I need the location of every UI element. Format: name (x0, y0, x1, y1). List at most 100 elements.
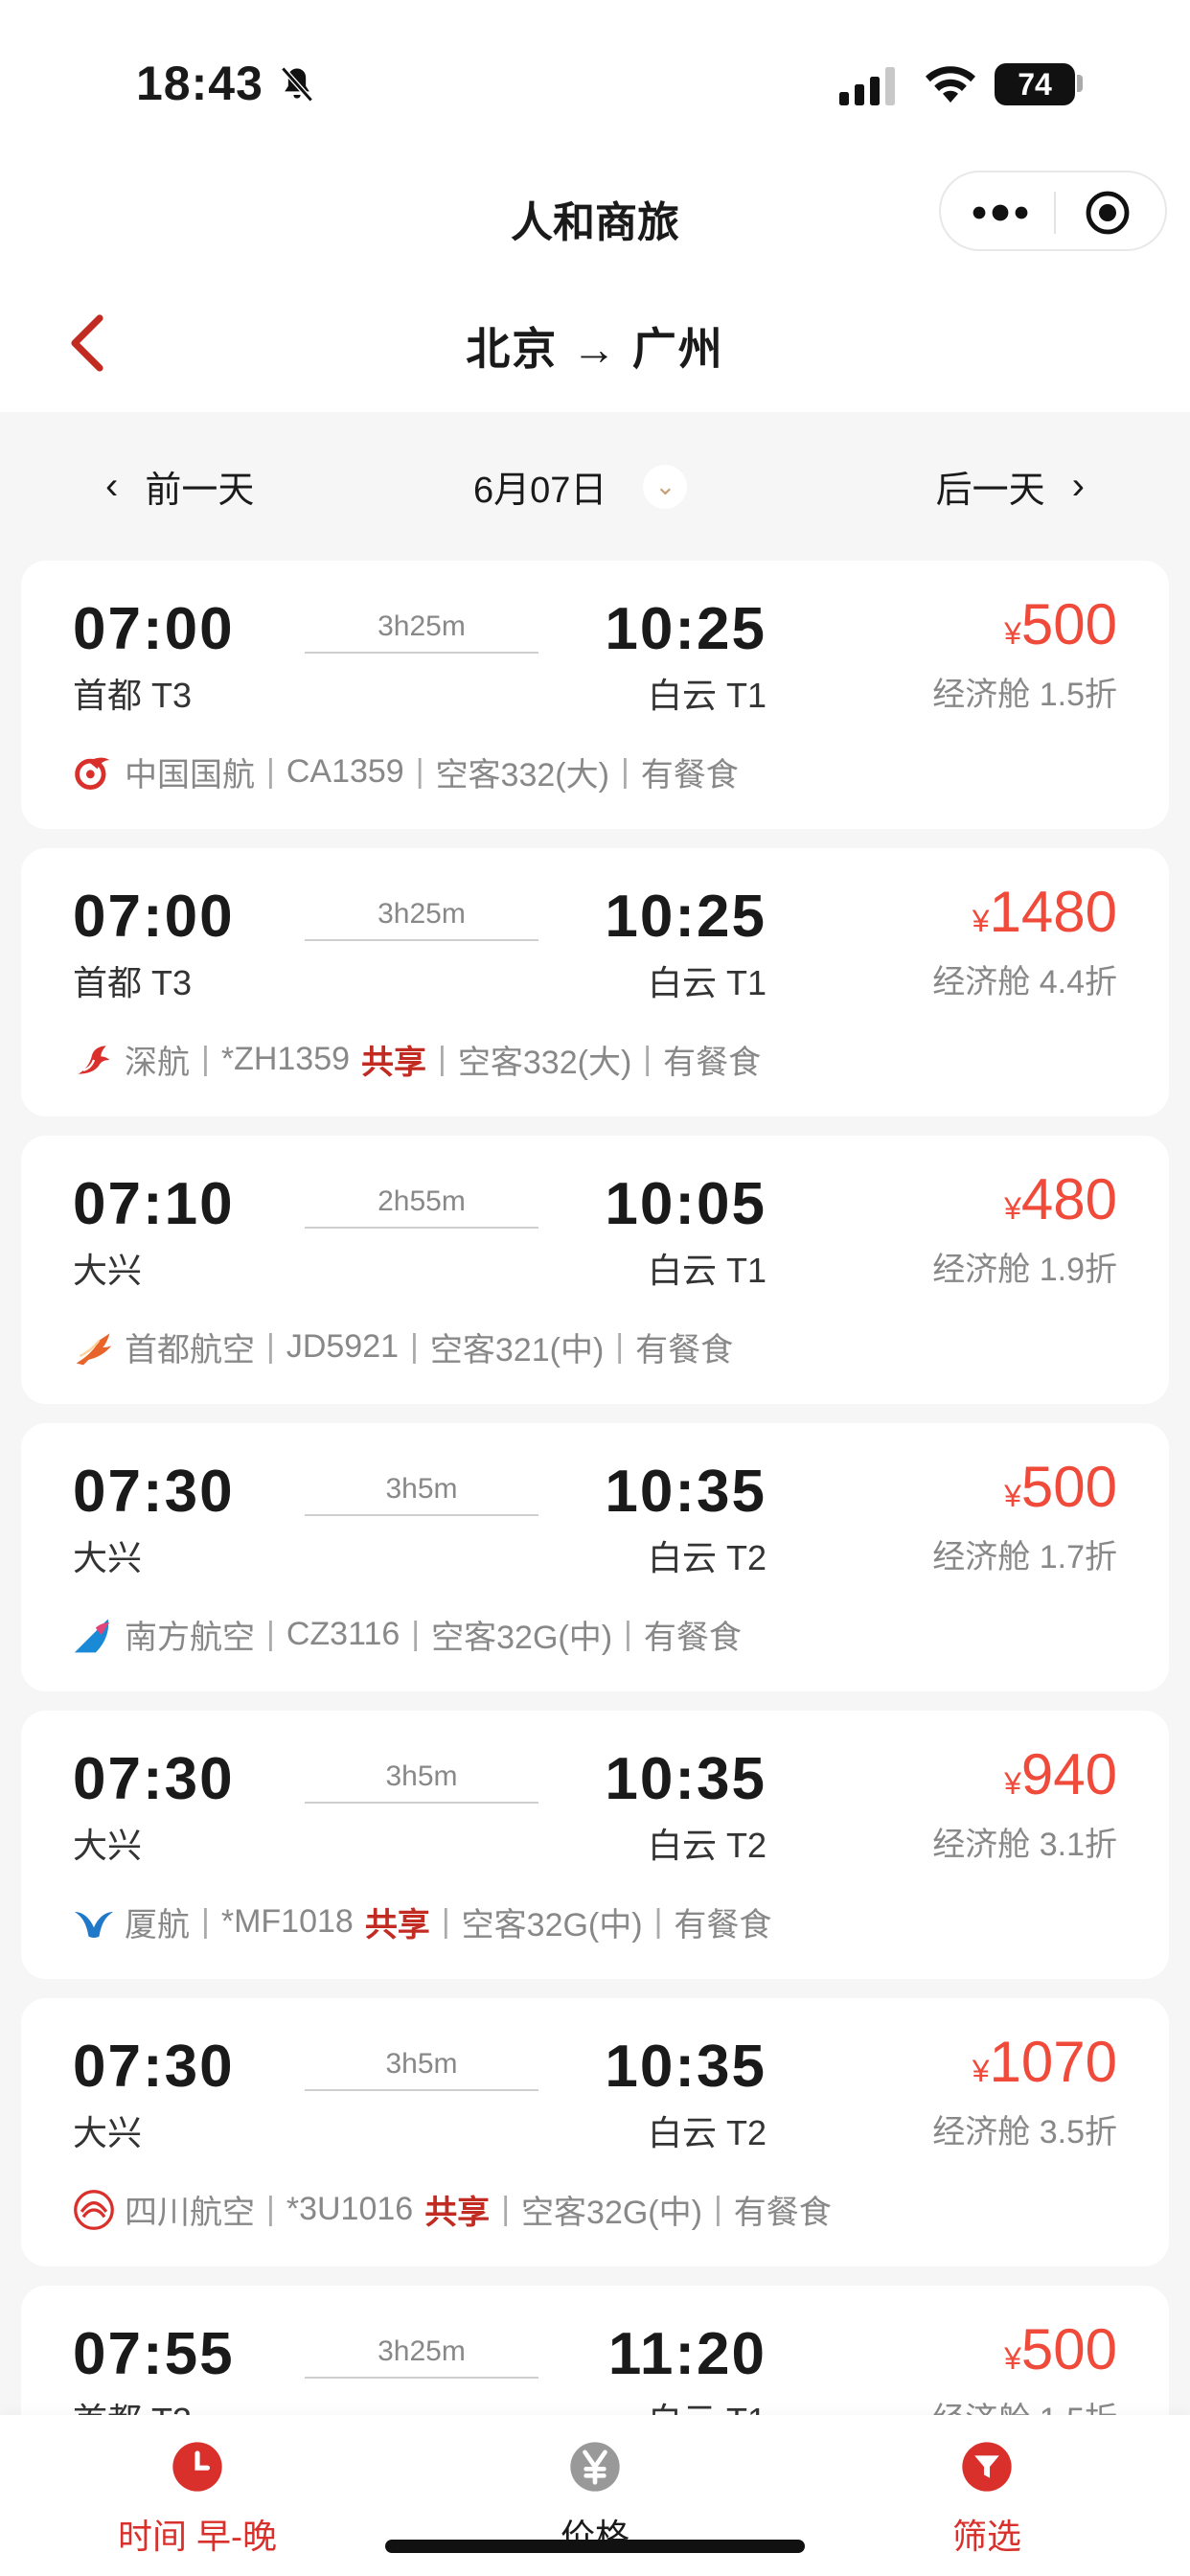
capsule-divider (1054, 192, 1056, 234)
separator: | (266, 2191, 275, 2227)
china-southern-icon (74, 1619, 110, 1652)
cabin-discount: 经济舱 3.1折 (932, 1827, 1117, 1863)
flight-number: CA1359 (286, 753, 404, 790)
codeshare-badge: 共享 (424, 2195, 491, 2231)
flight-info: 首都航空 | JD5921 | 空客321(中) | 有餐食 (73, 1323, 733, 1370)
separator: | (411, 1616, 421, 1652)
separator: | (201, 1903, 210, 1940)
airline-name: 中国国航 (125, 757, 255, 794)
separator: | (620, 753, 629, 790)
arrival-time: 10:05 (605, 1171, 767, 1237)
cabin-discount: 经济舱 3.5折 (932, 2114, 1117, 2150)
currency-symbol: ¥ (972, 904, 990, 938)
status-time: 18:43 (136, 57, 263, 110)
flight-duration: 3h5m (385, 1473, 458, 1505)
date-picker[interactable]: 6月07日 ⌄ (473, 460, 688, 513)
separator: | (266, 1328, 275, 1365)
arrival-airport: 白云 T1 (647, 676, 767, 715)
duration-line (305, 2089, 538, 2091)
more-icon[interactable] (972, 199, 1029, 226)
duration-line (305, 1802, 538, 1804)
mini-program-capsule (939, 171, 1167, 251)
duration-line (305, 652, 538, 654)
airline-name: 南方航空 (125, 1620, 255, 1656)
arrival-time: 10:35 (605, 1746, 767, 1812)
ticket-price: ¥500 (1004, 591, 1117, 657)
cabin-discount: 经济舱 1.9折 (932, 1252, 1117, 1288)
codeshare-badge: 共享 (364, 1907, 430, 1944)
flight-info: 南方航空 | CZ3116 | 空客32G(中) | 有餐食 (73, 1611, 742, 1658)
shenzhen-airlines-icon (78, 1045, 110, 1074)
flight-duration: 3h25m (378, 898, 466, 930)
filter-icon (962, 2442, 1012, 2492)
separator: | (441, 1903, 450, 1940)
flight-number: *MF1018 (220, 1903, 354, 1940)
ticket-price: ¥480 (1004, 1166, 1117, 1232)
aircraft-type: 空客332(大) (435, 757, 609, 794)
battery-level: 74 (1018, 67, 1052, 102)
aircraft-type: 空客32G(中) (521, 2195, 702, 2231)
filter-tab[interactable]: 筛选 (843, 2440, 1131, 2559)
separator: | (266, 753, 275, 790)
currency-symbol: ¥ (972, 2054, 990, 2088)
sichuan-airlines-icon (74, 2189, 114, 2230)
capital-airlines-icon (76, 1332, 112, 1365)
flight-card[interactable]: 07:00 首都 T3 3h25m 10:25 白云 T1 ¥1480 经济舱 4.4折 深航… (21, 848, 1169, 1116)
departure-airport: 大兴 (73, 2113, 143, 2152)
separator: | (713, 2191, 722, 2227)
ticket-price: ¥500 (1004, 1454, 1117, 1520)
arrival-time: 10:35 (605, 2034, 767, 2100)
cabin-discount: 经济舱 4.4折 (932, 964, 1117, 1000)
departure-time: 07:10 (73, 1171, 235, 1237)
price-value: 940 (1020, 1742, 1117, 1806)
separator: | (410, 1328, 419, 1365)
departure-airport: 首都 T3 (73, 676, 193, 715)
next-day-label: 后一天 (935, 471, 1045, 511)
currency-symbol: ¥ (1004, 1479, 1021, 1513)
ticket-price: ¥500 (1004, 2316, 1117, 2382)
filter-label: 筛选 (951, 2517, 1021, 2556)
flight-number: JD5921 (286, 1328, 400, 1365)
flight-card[interactable]: 07:30 大兴 3h5m 10:35 白云 T2 ¥940 经济舱 3.1折 厦航 | *MF1… (21, 1711, 1169, 1979)
airline-name: 厦航 (125, 1907, 190, 1944)
separator: | (415, 753, 424, 790)
currency-symbol: ¥ (1004, 616, 1021, 651)
aircraft-type: 空客32G(中) (431, 1620, 613, 1656)
flight-duration: 3h5m (385, 1760, 458, 1792)
ticket-price: ¥1070 (973, 2029, 1117, 2095)
yen-icon (570, 2442, 620, 2492)
route-title: 北京 → 广州 (466, 324, 724, 374)
price-value: 500 (1020, 1455, 1117, 1519)
flight-duration: 3h25m (378, 2335, 466, 2367)
chevron-down-icon[interactable]: ⌄ (643, 464, 688, 509)
flight-number: *3U1016 (286, 2191, 414, 2227)
meal-info: 有餐食 (674, 1907, 772, 1944)
flight-card[interactable]: 07:30 大兴 3h5m 10:35 白云 T2 ¥1070 经济舱 3.5折 四川航空 | *… (21, 1998, 1169, 2266)
next-day-button[interactable]: 后一天 › (936, 460, 1085, 513)
ticket-price: ¥1480 (973, 879, 1117, 945)
route-header: 北京 → 广州 (0, 268, 1190, 412)
bell-muted-icon (281, 66, 313, 103)
meal-info: 有餐食 (640, 757, 739, 794)
flight-info: 四川航空 | *3U1016 共享 | 空客32G(中) | 有餐食 (73, 2186, 832, 2233)
separator: | (653, 1903, 663, 1940)
aircraft-type: 空客32G(中) (461, 1907, 643, 1944)
price-value: 1480 (989, 880, 1117, 944)
flight-number: CZ3116 (286, 1616, 400, 1652)
currency-symbol: ¥ (1004, 2341, 1021, 2376)
separator: | (266, 1616, 275, 1652)
flight-duration: 3h5m (385, 2048, 458, 2080)
flight-card[interactable]: 07:10 大兴 2h55m 10:05 白云 T1 ¥480 经济舱 1.9折 首都航空 | J… (21, 1136, 1169, 1404)
sort-by-time-tab[interactable]: 时间 早-晚 (54, 2440, 341, 2559)
arrival-airport: 白云 T2 (647, 2113, 767, 2152)
price-value: 1070 (989, 2030, 1117, 2094)
battery-indicator: 74 (995, 63, 1075, 105)
arrival-airport: 白云 T2 (647, 1538, 767, 1577)
ticket-price: ¥940 (1004, 1741, 1117, 1807)
close-target-icon[interactable] (1085, 190, 1131, 236)
previous-day-button[interactable]: ‹ 前一天 (105, 460, 254, 513)
flight-card[interactable]: 07:00 首都 T3 3h25m 10:25 白云 T1 ¥500 经济舱 1.5折 中国国… (21, 561, 1169, 829)
flight-card[interactable]: 07:30 大兴 3h5m 10:35 白云 T2 ¥500 经济舱 1.7折 南方航空 | CZ… (21, 1423, 1169, 1691)
status-bar: 18:43 74 (0, 0, 1190, 153)
home-indicator[interactable] (385, 2540, 805, 2553)
